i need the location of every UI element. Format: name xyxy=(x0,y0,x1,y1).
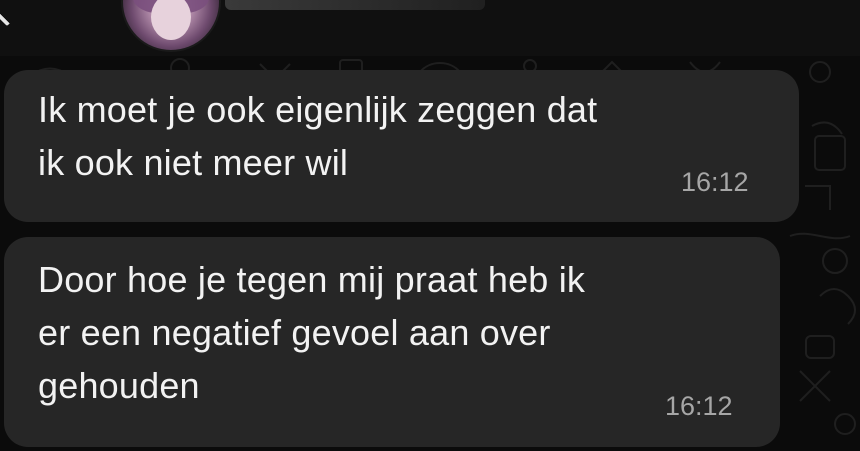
message-line: Door hoe je tegen mij praat heb ik xyxy=(38,259,586,300)
message-text: Ik moet je ook eigenlijk zeggen dat ik o… xyxy=(38,83,597,189)
avatar-face xyxy=(151,0,191,40)
message-line: er een negatief gevoel aan over xyxy=(38,312,551,353)
message-line: ik ook niet meer wil xyxy=(38,142,349,183)
message-line: Ik moet je ook eigenlijk zeggen dat xyxy=(38,89,598,130)
message-timestamp: 16:12 xyxy=(665,391,733,421)
message-line: gehouden xyxy=(38,365,200,406)
chevron-left-icon[interactable] xyxy=(0,0,29,27)
message-bubble[interactable]: Ik moet je ook eigenlijk zeggen dat ik o… xyxy=(4,70,799,222)
contact-avatar[interactable] xyxy=(121,0,221,52)
message-bubble[interactable]: Door hoe je tegen mij praat heb ik er ee… xyxy=(4,237,780,447)
message-text: Door hoe je tegen mij praat heb ik er ee… xyxy=(38,253,585,412)
message-timestamp: 16:12 xyxy=(681,167,749,197)
contact-name-area[interactable] xyxy=(225,0,485,10)
chat-header xyxy=(0,0,860,56)
